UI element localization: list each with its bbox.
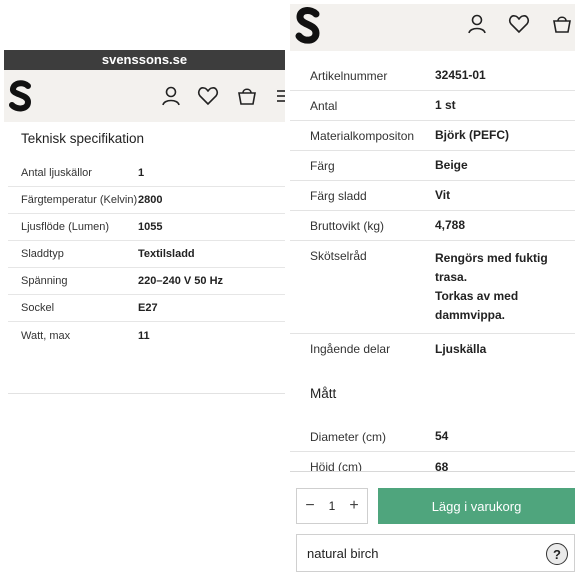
add-to-cart-button[interactable]: Lägg i varukorg [378, 488, 575, 524]
spec-value: Beige [435, 158, 468, 172]
site-header [290, 4, 575, 51]
care-instruction-line: Rengörs med fuktig trasa. [435, 251, 548, 284]
spec-row: Diameter (cm) 54 [290, 422, 575, 452]
spec-value: Textilsladd [138, 248, 195, 260]
spec-label: Skötselråd [310, 249, 367, 263]
spec-label: Spänning [21, 275, 68, 287]
cart-icon[interactable] [551, 13, 573, 35]
spec-value: Vit [435, 188, 451, 202]
dimensions-title: Mått [310, 385, 337, 401]
spec-label: Ljusflöde (Lumen) [21, 221, 110, 233]
spec-row: Watt, max 11 [8, 322, 285, 349]
spec-label: Färgtemperatur (Kelvin) [21, 194, 138, 206]
left-screenshot: svenssons.se Teknisk specifikation Antal… [4, 0, 285, 575]
search-value: natural birch [307, 545, 379, 561]
spec-row: Färg sladd Vit [290, 181, 575, 211]
spec-label: Diameter (cm) [310, 429, 387, 444]
account-icon[interactable] [466, 13, 488, 35]
spec-row: Färgtemperatur (Kelvin) 2800 [8, 187, 285, 214]
spec-row: Bruttovikt (kg) 4,788 [290, 211, 575, 241]
spec-label: Färg [310, 158, 335, 173]
purchase-bar: − 1 + Lägg i varukorg natural birch ? [290, 471, 575, 575]
spec-value: Rengörs med fuktig trasa. Torkas av med … [435, 249, 565, 325]
spec-row: Materialkompositon Björk (PEFC) [290, 121, 575, 151]
heart-icon[interactable] [508, 13, 530, 35]
spec-value: E27 [138, 302, 158, 314]
spec-row: Färg Beige [290, 151, 575, 181]
spec-row: Ingående delar Ljuskälla [290, 334, 575, 364]
svenssons-logo[interactable] [8, 80, 34, 112]
spec-label: Färg sladd [310, 188, 367, 203]
account-icon[interactable] [160, 85, 182, 107]
spec-row: Ljusflöde (Lumen) 1055 [8, 214, 285, 241]
spec-value: 4,788 [435, 218, 466, 232]
section-title: Teknisk specifikation [21, 131, 145, 146]
site-header [4, 70, 285, 122]
spec-label: Antal [310, 98, 338, 113]
quantity-stepper: − 1 + [296, 488, 368, 524]
divider [8, 393, 285, 394]
spec-value: 54 [435, 429, 449, 443]
spec-value: 220–240 V 50 Hz [138, 275, 224, 287]
svenssons-logo[interactable] [294, 7, 322, 45]
heart-icon[interactable] [197, 85, 219, 107]
spec-table: Artikelnummer 32451-01 Antal 1 st Material… [290, 61, 575, 482]
search-input[interactable]: natural birch ? [296, 534, 575, 572]
spec-row: Antal 1 st [290, 91, 575, 121]
spec-label: Ingående delar [310, 342, 391, 356]
spec-row: Skötselråd Rengörs med fuktig trasa. Tor… [290, 241, 575, 334]
decrease-quantity-button[interactable]: − [303, 497, 317, 515]
spec-label: Materialkompositon [310, 128, 415, 143]
spec-row: Sladdtyp Textilsladd [8, 241, 285, 268]
spec-value: 1055 [138, 221, 163, 233]
increase-quantity-button[interactable]: + [347, 497, 361, 515]
spec-row: Spänning 220–240 V 50 Hz [8, 268, 285, 295]
spec-value: 1 st [435, 98, 456, 112]
spec-label: Artikelnummer [310, 68, 388, 83]
spec-value: 11 [138, 329, 150, 342]
spec-row: Antal ljuskällor 1 [8, 160, 285, 187]
right-screenshot: Artikelnummer 32451-01 Antal 1 st Material… [290, 4, 575, 575]
care-instruction-line: Torkas av med dammvippa. [435, 289, 519, 322]
spec-row: Sockel E27 [8, 295, 285, 322]
spec-label: Antal ljuskällor [21, 167, 92, 179]
spec-value: 1 [138, 167, 145, 179]
menu-icon[interactable] [274, 85, 285, 107]
spec-label: Watt, max [21, 329, 71, 342]
spec-value: 2800 [138, 194, 163, 206]
address-bar[interactable]: svenssons.se [4, 50, 285, 70]
spec-label: Sladdtyp [21, 248, 64, 260]
spec-label: Bruttovikt (kg) [310, 218, 385, 233]
spec-label: Sockel [21, 302, 55, 314]
spec-value: Björk (PEFC) [435, 128, 510, 142]
cart-icon[interactable] [236, 85, 258, 107]
quantity-value[interactable]: 1 [329, 499, 336, 513]
spec-table: Antal ljuskällor 1 Färgtemperatur (Kelvin… [8, 160, 285, 349]
spec-value: 32451-01 [435, 68, 486, 82]
spec-row: Artikelnummer 32451-01 [290, 61, 575, 91]
help-button[interactable]: ? [546, 543, 568, 565]
spec-value: Ljuskälla [435, 341, 487, 356]
